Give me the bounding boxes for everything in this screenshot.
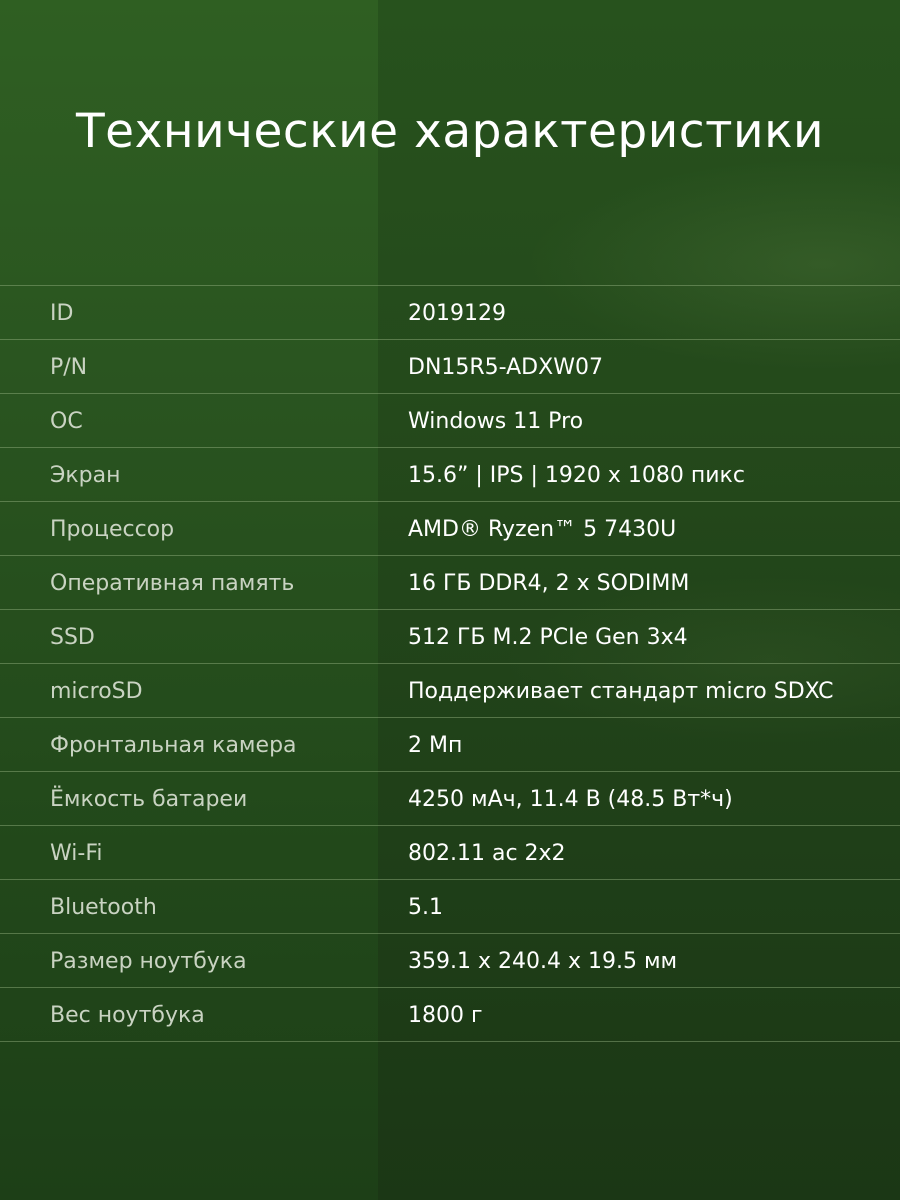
spec-row-weight: Вес ноутбука 1800 г (0, 987, 900, 1042)
spec-label: SSD (50, 625, 95, 650)
spec-label: Вес ноутбука (50, 1003, 205, 1028)
spec-label: P/N (50, 355, 88, 380)
spec-value: 2019129 (408, 301, 506, 326)
spec-label: Процессор (50, 517, 175, 542)
spec-label: Фронтальная камера (50, 733, 297, 758)
spec-value: 1800 г (408, 1003, 483, 1028)
spec-row-os: ОС Windows 11 Pro (0, 393, 900, 447)
spec-label: ОС (50, 409, 83, 434)
spec-label: Bluetooth (50, 895, 157, 920)
spec-row-wifi: Wi-Fi 802.11 ac 2x2 (0, 825, 900, 879)
spec-value: Windows 11 Pro (408, 409, 584, 434)
spec-value: Поддерживает стандарт micro SDXC (408, 679, 834, 704)
spec-label: Wi-Fi (50, 841, 103, 866)
spec-label: microSD (50, 679, 143, 704)
spec-value: 512 ГБ M.2 PCIe Gen 3x4 (408, 625, 688, 650)
spec-value: 359.1 x 240.4 x 19.5 мм (408, 949, 678, 974)
spec-row-bluetooth: Bluetooth 5.1 (0, 879, 900, 933)
spec-value: 16 ГБ DDR4, 2 x SODIMM (408, 571, 690, 596)
spec-value: AMD® Ryzen™ 5 7430U (408, 517, 677, 542)
spec-row-pn: P/N DN15R5-ADXW07 (0, 339, 900, 393)
spec-row-camera: Фронтальная камера 2 Мп (0, 717, 900, 771)
spec-row-id: ID 2019129 (0, 285, 900, 339)
spec-value: 4250 мАч, 11.4 В (48.5 Вт*ч) (408, 787, 733, 812)
spec-value: DN15R5-ADXW07 (408, 355, 603, 380)
spec-table: ID 2019129 P/N DN15R5-ADXW07 ОС Windows … (0, 285, 900, 1042)
spec-row-ssd: SSD 512 ГБ M.2 PCIe Gen 3x4 (0, 609, 900, 663)
spec-row-processor: Процессор AMD® Ryzen™ 5 7430U (0, 501, 900, 555)
page-title: Технические характеристики (75, 104, 825, 159)
spec-row-size: Размер ноутбука 359.1 x 240.4 x 19.5 мм (0, 933, 900, 987)
spec-value: 2 Мп (408, 733, 463, 758)
spec-row-battery: Ёмкость батареи 4250 мАч, 11.4 В (48.5 В… (0, 771, 900, 825)
spec-value: 5.1 (408, 895, 443, 920)
spec-label: Ёмкость батареи (50, 787, 248, 812)
spec-row-ram: Оперативная память 16 ГБ DDR4, 2 x SODIM… (0, 555, 900, 609)
spec-label: Экран (50, 463, 121, 488)
spec-row-screen: Экран 15.6” | IPS | 1920 x 1080 пикс (0, 447, 900, 501)
spec-label: ID (50, 301, 74, 326)
spec-row-microsd: microSD Поддерживает стандарт micro SDXC (0, 663, 900, 717)
spec-value: 15.6” | IPS | 1920 x 1080 пикс (408, 463, 745, 488)
spec-value: 802.11 ac 2x2 (408, 841, 566, 866)
spec-label: Оперативная память (50, 571, 295, 596)
spec-label: Размер ноутбука (50, 949, 247, 974)
